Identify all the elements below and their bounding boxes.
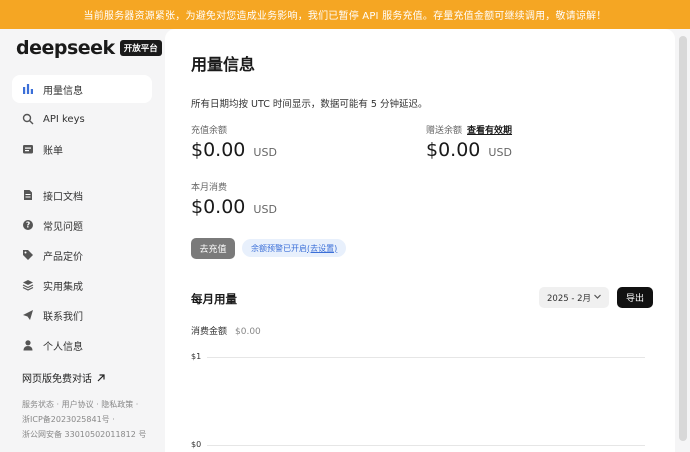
cost-label: 消费金额 [191, 327, 228, 337]
logo-text: deepseek [16, 37, 115, 59]
y-axis-top-label: $1 [191, 352, 202, 361]
month-select[interactable]: 2025 - 2月 [539, 287, 609, 308]
chart-gridline-bottom [207, 445, 645, 446]
export-button[interactable]: 导出 [617, 287, 653, 308]
footer-police-record[interactable]: 浙公网安备 33010502011812 号 [22, 427, 146, 442]
sidebar: deepseek 开放平台 用量信息 API keys 账单 接口文档 ? 常见… [0, 29, 165, 452]
balance-label: 充值余额 [191, 126, 228, 136]
monthly-spend-amount: $0.00 USD [191, 196, 277, 218]
main-content: 用量信息 所有日期均按 UTC 时间显示，数据可能有 5 分钟延迟。 充值余额 … [165, 29, 675, 452]
view-validity-link[interactable]: 查看有效期 [467, 126, 512, 136]
search-key-icon [22, 113, 34, 125]
sidebar-item-label: 个人信息 [43, 341, 83, 353]
page-title: 用量信息 [191, 55, 256, 74]
bill-icon [22, 143, 34, 155]
sidebar-item-label: 常见问题 [43, 221, 83, 233]
sidebar-item-label: 接口文档 [43, 191, 83, 203]
monthly-spend-value: $0.00 [191, 196, 246, 218]
logo[interactable]: deepseek 开放平台 [16, 37, 162, 59]
y-axis-bottom-label: $0 [191, 440, 202, 449]
sidebar-item-label: 用量信息 [43, 85, 83, 97]
platform-badge: 开放平台 [119, 40, 162, 56]
topup-button[interactable]: 去充值 [191, 238, 235, 259]
sidebar-item-label: 实用集成 [43, 281, 83, 293]
question-icon: ? [22, 219, 34, 231]
send-icon [22, 309, 34, 321]
chart-gridline-top [207, 357, 645, 358]
footer-icp[interactable]: 浙ICP备2023025841号 · [22, 412, 146, 427]
web-chat-label: 网页版免费对话 [22, 374, 92, 385]
sidebar-item-docs[interactable]: 接口文档 [12, 181, 152, 209]
svg-text:?: ? [26, 221, 30, 230]
sidebar-item-label: 联系我们 [43, 311, 83, 323]
service-notice-banner: 当前服务器资源紧张，为避免对您造成业务影响，我们已暂停 API 服务充值。存量充… [0, 0, 690, 29]
monthly-spend-label: 本月消费 [191, 183, 228, 193]
gift-amount: $0.00 USD [426, 139, 512, 161]
balance-value: $0.00 [191, 139, 246, 161]
monthly-usage-title: 每月用量 [191, 292, 237, 306]
scrollbar-thumb[interactable] [679, 36, 687, 441]
chevron-down-icon [594, 294, 601, 299]
sidebar-item-faq[interactable]: ? 常见问题 [12, 211, 152, 239]
sidebar-item-api-keys[interactable]: API keys [12, 105, 152, 133]
sidebar-item-contact[interactable]: 联系我们 [12, 301, 152, 329]
balance-alert-text: 余额预警已开启 [251, 243, 307, 253]
bar-chart-icon [22, 83, 34, 95]
balance-currency: USD [253, 146, 277, 159]
cost-summary: 消费金额 $0.00 [191, 324, 261, 337]
sidebar-item-billing[interactable]: 账单 [12, 135, 152, 163]
footer-policy-links[interactable]: 服务状态 · 用户协议 · 隐私政策 · [22, 397, 146, 412]
cost-value: $0.00 [235, 327, 261, 337]
price-tag-icon [22, 249, 34, 261]
gift-value: $0.00 [426, 139, 481, 161]
month-select-value: 2025 - 2月 [547, 293, 592, 304]
sidebar-item-label: 账单 [43, 145, 63, 157]
sidebar-item-label: 产品定价 [43, 251, 83, 263]
sidebar-item-pricing[interactable]: 产品定价 [12, 241, 152, 269]
web-chat-link[interactable]: 网页版免费对话 [22, 370, 106, 385]
sidebar-item-integrations[interactable]: 实用集成 [12, 271, 152, 299]
alert-settings-link[interactable]: (去设置) [307, 243, 337, 254]
gift-currency: USD [488, 146, 512, 159]
balance-amount: $0.00 USD [191, 139, 277, 161]
sidebar-item-usage[interactable]: 用量信息 [12, 75, 152, 103]
layers-icon [22, 279, 34, 291]
gift-balance-row: 赠送余额 查看有效期 [426, 123, 512, 136]
sidebar-item-label: API keys [43, 113, 85, 125]
footer-links: 服务状态 · 用户协议 · 隐私政策 · 浙ICP备2023025841号 · … [22, 397, 146, 442]
balance-alert-pill: 余额预警已开启 (去设置) [242, 239, 347, 257]
monthly-spend-currency: USD [253, 203, 277, 216]
utc-note: 所有日期均按 UTC 时间显示，数据可能有 5 分钟延迟。 [191, 99, 428, 110]
person-icon [22, 339, 34, 351]
sidebar-item-profile[interactable]: 个人信息 [12, 331, 152, 359]
gift-balance-label: 赠送余额 [426, 126, 463, 136]
arrow-up-right-icon [97, 373, 105, 381]
document-icon [22, 189, 34, 201]
